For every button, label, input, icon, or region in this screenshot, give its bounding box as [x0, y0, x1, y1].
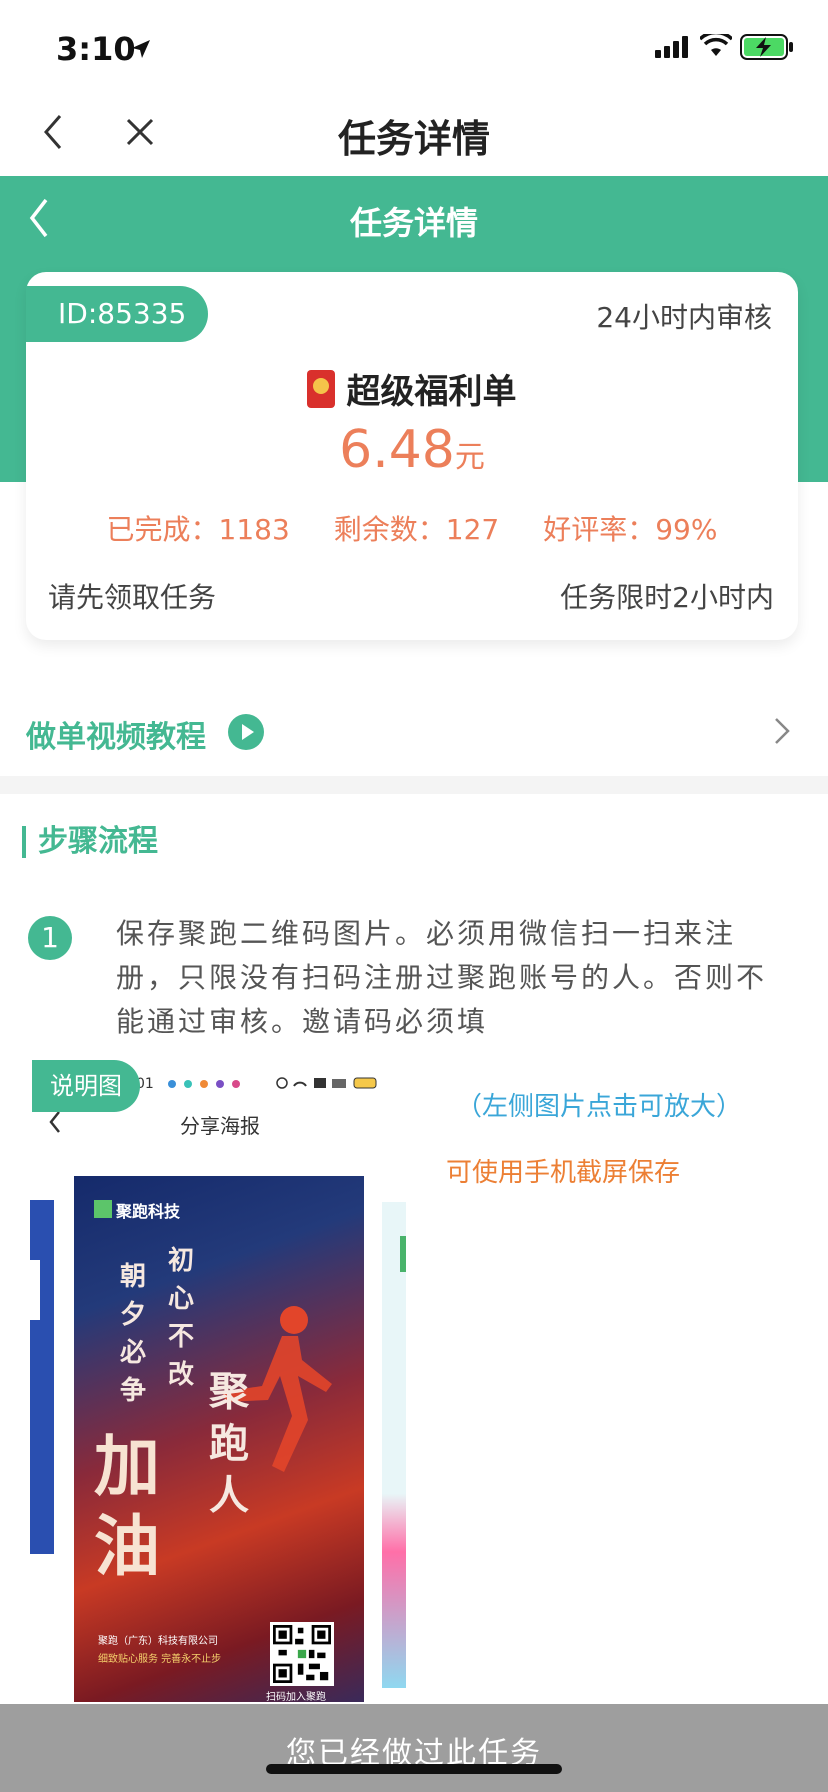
poster-brand: 聚跑科技 [116, 1202, 181, 1221]
task-card: ID:85335 24小时内审核 超级福利单 6.48元 已完成：1183 剩余… [26, 272, 798, 640]
webview-nav-bar: 任务详情 [0, 90, 828, 176]
rating: 好评率：99% [543, 513, 718, 546]
poster-headline: 加油 [94, 1427, 160, 1585]
task-id-badge: ID:85335 [26, 286, 208, 342]
illustration-area: 01 分享海报 聚跑科技 朝夕必争 初心不改 加油 聚跑人 聚跑（广东）科技有限… [0, 1060, 828, 1732]
signal-icon [655, 36, 688, 58]
qr-label: 扫码加入聚跑 [266, 1692, 326, 1703]
wifi-icon [700, 34, 732, 56]
poster-company: 聚跑（广东）科技有限公司 [98, 1636, 218, 1647]
time-limit: 任务限时2小时内 [560, 581, 774, 614]
status-icons [168, 1080, 240, 1088]
adjacent-poster-left [30, 1200, 54, 1554]
enlarge-hint: （左侧图片点击可放大） [456, 1092, 743, 1122]
location-arrow-icon [132, 40, 150, 58]
status-icons [276, 1077, 377, 1089]
section-divider [0, 776, 828, 794]
status-time: 3:10 [56, 30, 136, 68]
completed-count: 已完成：1183 [106, 513, 290, 546]
poster-headline-vertical: 聚跑人 [209, 1368, 249, 1519]
claim-hint: 请先领取任务 [48, 581, 217, 614]
adjacent-poster-mark [400, 1236, 406, 1272]
step-number: 1 [28, 916, 72, 960]
qr-code-icon[interactable] [270, 1622, 334, 1686]
poster-slogan-column: 初心不改 [167, 1246, 194, 1390]
adjacent-poster-right [382, 1202, 406, 1688]
task-price: 6.48元 [26, 420, 798, 480]
video-tutorial-row[interactable]: 做单视频教程 [0, 680, 828, 780]
steps-heading: 步骤流程 [22, 826, 158, 858]
screenshot-title: 分享海报 [180, 1114, 260, 1138]
home-indicator [266, 1764, 562, 1774]
price-unit: 元 [454, 440, 485, 475]
page-title: 任务详情 [337, 117, 490, 161]
status-bar: 3:10 [0, 0, 828, 90]
step-text: 保存聚跑二维码图片。必须用微信扫一扫来注册，只限没有扫码注册过聚跑账号的人。否则… [116, 917, 768, 1038]
task-title: 超级福利单 [346, 372, 517, 412]
brand-logo-icon [94, 1200, 112, 1218]
task-title-row: 超级福利单 [26, 364, 798, 413]
poster-slogan: 细致贴心服务 完善永不止步 [98, 1654, 222, 1665]
battery-charging-icon [740, 34, 793, 60]
price-value: 6.48 [339, 420, 455, 480]
remaining-count: 剩余数：127 [333, 513, 500, 546]
screenshot-back-icon [49, 1111, 60, 1133]
video-tutorial-label: 做单视频教程 [26, 720, 206, 755]
review-time: 24小时内审核 [596, 301, 772, 334]
task-stats: 已完成：1183 剩余数：127 好评率：99% [26, 508, 798, 548]
save-hint: 可使用手机截屏保存 [446, 1158, 681, 1188]
adjacent-poster-mark [30, 1260, 40, 1320]
poster-fine-print [304, 1198, 354, 1294]
poster-slogan-column: 朝夕必争 [119, 1262, 146, 1406]
red-envelope-icon [307, 369, 336, 408]
poster-image[interactable]: 聚跑科技 朝夕必争 初心不改 加油 聚跑人 聚跑（广东）科技有限公司 细致贴心服… [74, 1176, 364, 1703]
chevron-right-icon [775, 718, 790, 744]
explain-badge: 说明图 [32, 1060, 140, 1112]
play-icon [228, 714, 264, 750]
task-status-bar: 您已经做过此任务 [0, 1704, 828, 1792]
header-title: 任务详情 [349, 204, 478, 242]
